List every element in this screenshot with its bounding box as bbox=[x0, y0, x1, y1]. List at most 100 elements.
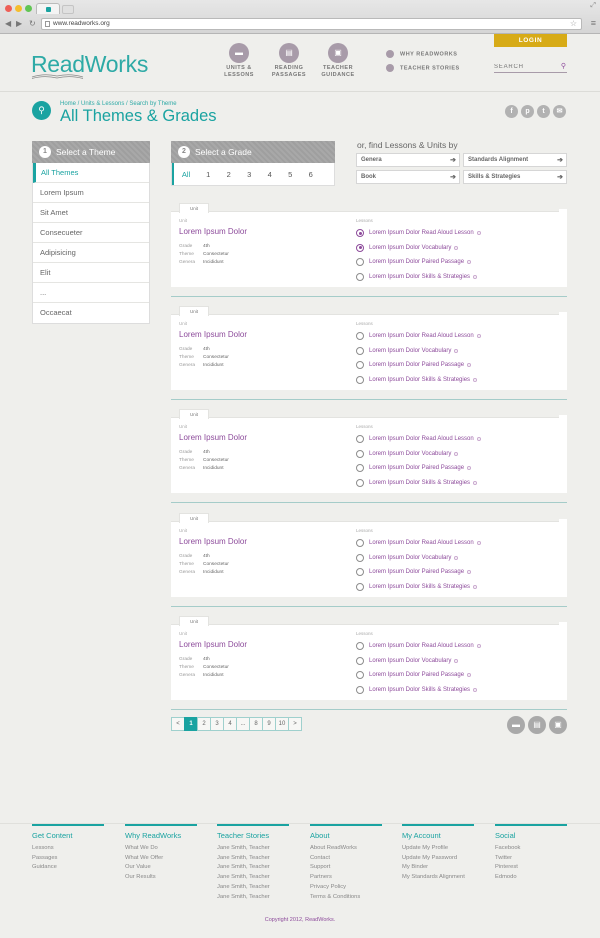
prev-page-button[interactable]: < bbox=[171, 717, 185, 731]
page-button-current[interactable]: 1 bbox=[184, 717, 198, 731]
lesson-radio[interactable] bbox=[356, 361, 364, 370]
lesson-title-link[interactable]: Lorem Ipsum Dolor Vocabulary bbox=[369, 348, 451, 354]
lesson-radio[interactable] bbox=[356, 582, 364, 591]
footer-link[interactable]: What We Offer bbox=[125, 854, 197, 864]
maximize-window-button[interactable] bbox=[25, 5, 32, 12]
grade-option[interactable]: 5 bbox=[280, 163, 301, 185]
lesson-item[interactable]: Lorem Ipsum Dolor Paired Passage bbox=[356, 461, 481, 476]
lesson-radio[interactable] bbox=[356, 375, 364, 384]
lesson-title-link[interactable]: Lorem Ipsum Dolor Read Aloud Lesson bbox=[369, 540, 474, 546]
info-icon[interactable] bbox=[476, 644, 481, 649]
lesson-title-link[interactable]: Lorem Ipsum Dolor Read Aloud Lesson bbox=[369, 436, 474, 442]
forward-arrow-icon[interactable]: ▶ bbox=[16, 19, 22, 29]
footer-link[interactable]: What We Do bbox=[125, 844, 197, 854]
lesson-radio[interactable] bbox=[356, 642, 364, 651]
footer-heading[interactable]: Teacher Stories bbox=[217, 831, 289, 840]
lesson-title-link[interactable]: Lorem Ipsum Dolor Skills & Strategies bbox=[369, 480, 470, 486]
footer-link[interactable]: Jane Smith, Teacher bbox=[217, 883, 289, 893]
search-input[interactable] bbox=[494, 64, 554, 70]
email-icon[interactable]: ✉ bbox=[553, 105, 566, 118]
footer-link[interactable]: Pinterest bbox=[495, 863, 567, 873]
lesson-item[interactable]: Lorem Ipsum Dolor Paired Passage bbox=[356, 255, 481, 270]
unit-title-link[interactable]: Lorem Ipsum Dolor bbox=[179, 227, 247, 236]
lesson-title-link[interactable]: Lorem Ipsum Dolor Vocabulary bbox=[369, 451, 451, 457]
footer-link[interactable]: Facebook bbox=[495, 844, 567, 854]
lesson-radio[interactable] bbox=[356, 539, 364, 548]
lesson-item[interactable]: Lorem Ipsum Dolor Read Aloud Lesson bbox=[356, 639, 481, 654]
lesson-item[interactable]: Lorem Ipsum Dolor Paired Passage bbox=[356, 565, 481, 580]
lesson-item[interactable]: Lorem Ipsum Dolor Read Aloud Lesson bbox=[356, 329, 481, 344]
find-by-standards-button[interactable]: Standards Alignment ➔ bbox=[463, 153, 567, 167]
grade-option[interactable]: 1 bbox=[198, 163, 219, 185]
lesson-title-link[interactable]: Lorem Ipsum Dolor Skills & Strategies bbox=[369, 377, 470, 383]
nav-teacher-guidance[interactable]: ▣ TEACHER GUIDANCE bbox=[318, 43, 358, 78]
info-icon[interactable] bbox=[476, 334, 481, 339]
footer-link[interactable]: Passages bbox=[32, 854, 104, 864]
lesson-item[interactable]: Lorem Ipsum Dolor Vocabulary bbox=[356, 447, 481, 462]
lesson-item[interactable]: Lorem Ipsum Dolor Read Aloud Lesson bbox=[356, 226, 481, 241]
close-window-button[interactable] bbox=[5, 5, 12, 12]
footer-heading[interactable]: About bbox=[310, 831, 382, 840]
footer-link[interactable]: Our Value bbox=[125, 863, 197, 873]
lesson-title-link[interactable]: Lorem Ipsum Dolor Paired Passage bbox=[369, 362, 464, 368]
info-icon[interactable] bbox=[476, 231, 481, 236]
find-by-book-button[interactable]: Book ➔ bbox=[356, 170, 460, 184]
lesson-radio[interactable] bbox=[356, 332, 364, 341]
theme-item[interactable]: Adipisicing bbox=[33, 243, 149, 263]
wrench-menu-icon[interactable]: ≡ bbox=[591, 18, 596, 28]
info-icon[interactable] bbox=[467, 260, 472, 265]
lesson-title-link[interactable]: Lorem Ipsum Dolor Skills & Strategies bbox=[369, 584, 470, 590]
theme-item[interactable]: Occaecat bbox=[33, 303, 149, 323]
lesson-radio[interactable] bbox=[356, 346, 364, 355]
info-icon[interactable] bbox=[454, 451, 459, 456]
footer-link[interactable]: Update My Password bbox=[402, 854, 474, 864]
new-tab-button[interactable] bbox=[62, 5, 74, 14]
find-by-skills-button[interactable]: Skills & Strategies ➔ bbox=[463, 170, 567, 184]
footer-link[interactable]: About ReadWorks bbox=[310, 844, 382, 854]
twitter-icon[interactable]: t bbox=[537, 105, 550, 118]
footer-link[interactable]: Jane Smith, Teacher bbox=[217, 873, 289, 883]
page-button[interactable]: 8 bbox=[249, 717, 263, 731]
info-icon[interactable] bbox=[467, 363, 472, 368]
info-icon[interactable] bbox=[473, 584, 478, 589]
info-icon[interactable] bbox=[476, 437, 481, 442]
page-button[interactable]: 4 bbox=[223, 717, 237, 731]
lesson-title-link[interactable]: Lorem Ipsum Dolor Vocabulary bbox=[369, 245, 451, 251]
theme-item[interactable]: Lorem Ipsum bbox=[33, 183, 149, 203]
pinterest-icon[interactable]: p bbox=[521, 105, 534, 118]
theme-item[interactable]: Elit bbox=[33, 263, 149, 283]
lesson-radio[interactable] bbox=[356, 464, 364, 473]
nav-units-lessons[interactable]: ▬ UNITS & LESSONS bbox=[219, 43, 259, 78]
lesson-title-link[interactable]: Lorem Ipsum Dolor Vocabulary bbox=[369, 555, 451, 561]
lesson-title-link[interactable]: Lorem Ipsum Dolor Skills & Strategies bbox=[369, 274, 470, 280]
footer-link[interactable]: Jane Smith, Teacher bbox=[217, 844, 289, 854]
lesson-item[interactable]: Lorem Ipsum Dolor Skills & Strategies bbox=[356, 270, 481, 285]
lesson-title-link[interactable]: Lorem Ipsum Dolor Skills & Strategies bbox=[369, 687, 470, 693]
theme-item[interactable]: Consecueter bbox=[33, 223, 149, 243]
grade-option[interactable]: 6 bbox=[301, 163, 322, 185]
footer-link[interactable]: Twitter bbox=[495, 854, 567, 864]
folder-icon[interactable]: ▬ bbox=[507, 716, 525, 734]
lesson-radio[interactable] bbox=[356, 243, 364, 252]
lesson-title-link[interactable]: Lorem Ipsum Dolor Paired Passage bbox=[369, 672, 464, 678]
unit-title-link[interactable]: Lorem Ipsum Dolor bbox=[179, 537, 247, 546]
footer-link[interactable]: Terms & Conditions bbox=[310, 893, 382, 903]
lesson-radio[interactable] bbox=[356, 229, 364, 238]
footer-link[interactable]: Our Results bbox=[125, 873, 197, 883]
next-page-button[interactable]: > bbox=[288, 717, 302, 731]
lesson-title-link[interactable]: Lorem Ipsum Dolor Paired Passage bbox=[369, 259, 464, 265]
lesson-radio[interactable] bbox=[356, 568, 364, 577]
theme-item-all-themes[interactable]: All Themes bbox=[33, 163, 149, 183]
minimize-window-button[interactable] bbox=[15, 5, 22, 12]
footer-link[interactable]: Privacy Policy bbox=[310, 883, 382, 893]
info-icon[interactable] bbox=[467, 673, 472, 678]
footer-link[interactable]: Edmodo bbox=[495, 873, 567, 883]
lesson-title-link[interactable]: Lorem Ipsum Dolor Paired Passage bbox=[369, 569, 464, 575]
fullscreen-icon[interactable]: ⤢ bbox=[590, 2, 596, 10]
teacher-stories-link[interactable]: TEACHER STORIES bbox=[386, 64, 460, 72]
page-button[interactable]: 9 bbox=[262, 717, 276, 731]
lesson-item[interactable]: Lorem Ipsum Dolor Paired Passage bbox=[356, 358, 481, 373]
lesson-radio[interactable] bbox=[356, 553, 364, 562]
lesson-item[interactable]: Lorem Ipsum Dolor Skills & Strategies bbox=[356, 373, 481, 388]
lesson-title-link[interactable]: Lorem Ipsum Dolor Read Aloud Lesson bbox=[369, 230, 474, 236]
